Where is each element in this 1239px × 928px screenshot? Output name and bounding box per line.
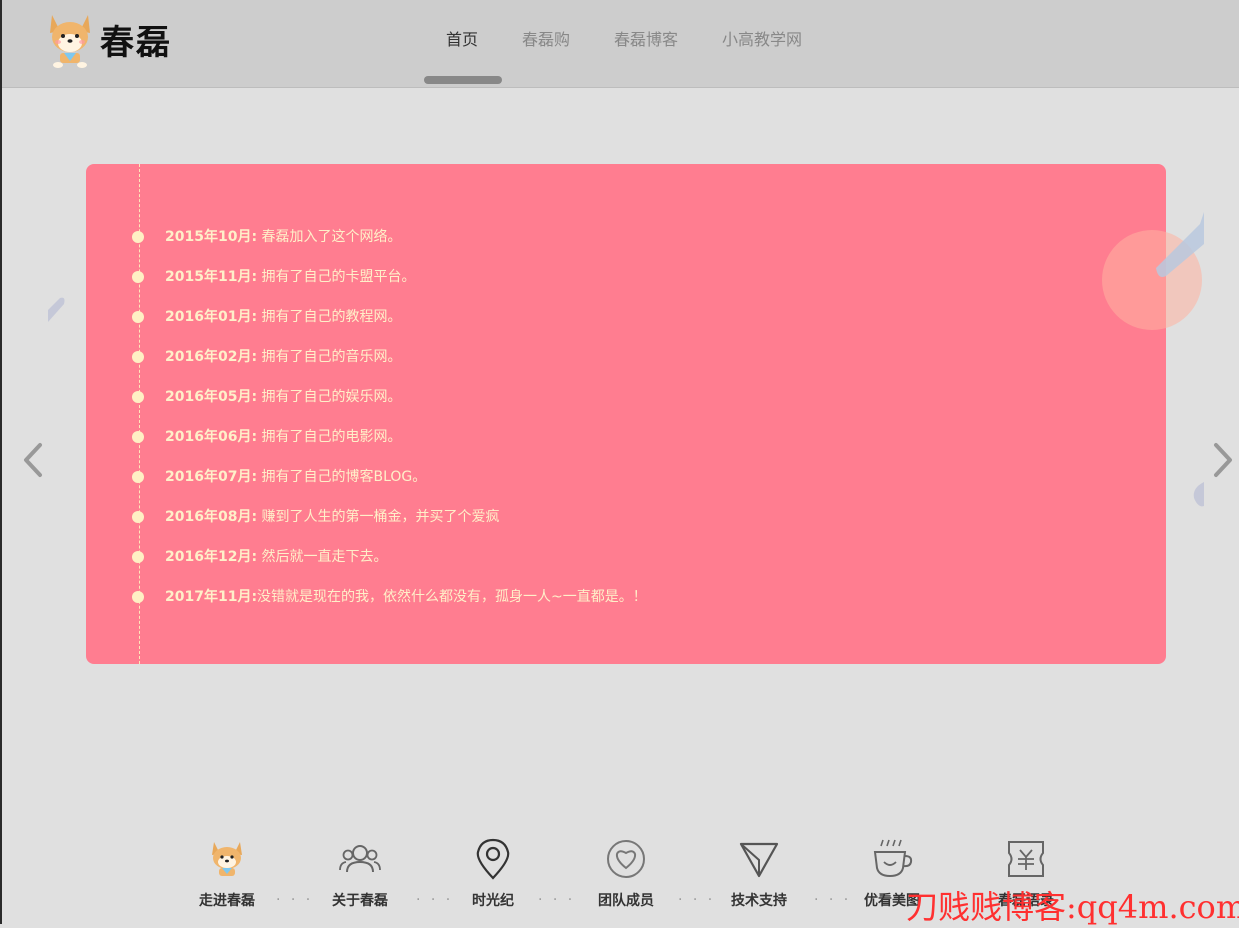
timeline-dot [132,351,144,363]
timeline-dot [132,551,144,563]
timeline-date: 2016年07月: [165,469,258,485]
bottom-nav-item-team[interactable]: 团队成员 [581,838,671,910]
separator-dots: · · · [678,892,716,908]
timeline-event: 拥有了自己的教程网。 [257,309,402,325]
logo-text: 春磊 [100,22,172,63]
timeline-event: 拥有了自己的娱乐网。 [257,389,402,405]
timeline-dot [132,311,144,323]
bottom-nav-item-support[interactable]: 技术支持 [714,838,804,910]
bottom-nav-label: 时光纪 [472,893,514,909]
watermark-text: 刀贱贱博客:qq4m.com [906,888,1239,926]
timeline-event: 赚到了人生的第一桶金，并买了个爱疯 [257,509,500,525]
timeline-dot [132,231,144,243]
timeline-date: 2016年06月: [165,429,258,445]
timeline-event: 没错就是现在的我，依然什么都没有，孤身一人~一直都是。！ [257,589,647,605]
decorative-stroke-icon [48,297,65,322]
separator-dots: · · · [814,892,852,908]
timeline-date: 2015年11月: [165,269,258,285]
next-slide-arrow-icon[interactable] [1208,440,1238,480]
timeline-card: 2015年10月: 春磊加入了这个网络。 2015年11月: 拥有了自己的卡盟平… [86,164,1166,664]
nav-item-blog[interactable]: 春磊博客 [614,0,678,80]
users-icon [339,845,381,873]
timeline-date: 2016年08月: [165,509,258,525]
nav-item-shop[interactable]: 春磊购 [522,0,570,80]
timeline-date: 2016年01月: [165,309,258,325]
top-nav: 首页 春磊购 春磊博客 小高教学网 [422,0,846,87]
separator-dots: · · · [276,892,314,908]
decorative-circle-icon [1102,212,1204,330]
timeline-date: 2015年10月: [165,229,258,245]
timeline-dot [132,431,144,443]
separator-dots: · · · [538,892,576,908]
timeline-dot [132,391,144,403]
bottom-nav-label: 技术支持 [731,893,787,909]
timeline-event: 拥有了自己的电影网。 [257,429,402,445]
site-logo[interactable]: 春磊 [46,8,176,70]
bottom-nav-item-timeline[interactable]: 时光纪 [448,838,538,910]
bottom-nav-label: 团队成员 [598,893,654,909]
nav-item-teaching[interactable]: 小高教学网 [722,0,802,80]
timeline-event: 拥有了自己的音乐网。 [257,349,402,365]
decorative-stroke-icon [1193,482,1204,507]
timeline-event: 拥有了自己的博客BLOG。 [257,469,427,485]
timeline-event: 春磊加入了这个网络。 [257,229,402,245]
ticket-icon [1008,841,1044,877]
timeline-dot [132,511,144,523]
bottom-nav-item-about[interactable]: 关于春磊 [315,838,405,910]
timeline-event: 拥有了自己的卡盟平台。 [257,269,416,285]
bottom-nav-label: 关于春磊 [332,893,388,909]
location-icon [476,838,510,880]
bottom-nav-label: 走进春磊 [199,893,255,909]
bottom-nav-item-intro[interactable]: 走进春磊 [182,838,272,910]
timeline-event: 然后就一直走下去。 [257,549,388,565]
nav-active-indicator [424,76,502,84]
timeline-date: 2016年12月: [165,549,258,565]
timeline-dot [132,271,144,283]
shiba-logo-icon [50,15,90,68]
site-header: 春磊 首页 春磊购 春磊博客 小高教学网 [2,0,1239,88]
timeline-date: 2016年02月: [165,349,258,365]
send-icon [739,842,779,878]
coffee-icon [873,839,913,878]
shiba-icon [212,842,242,876]
timeline-dot [132,591,144,603]
timeline-date: 2017年11月: [165,589,258,605]
window-left-edge [0,0,2,924]
prev-slide-arrow-icon[interactable] [18,440,48,480]
nav-item-home[interactable]: 首页 [446,0,478,80]
timeline-date: 2016年05月: [165,389,258,405]
heart-icon [607,840,645,878]
timeline-dot [132,471,144,483]
